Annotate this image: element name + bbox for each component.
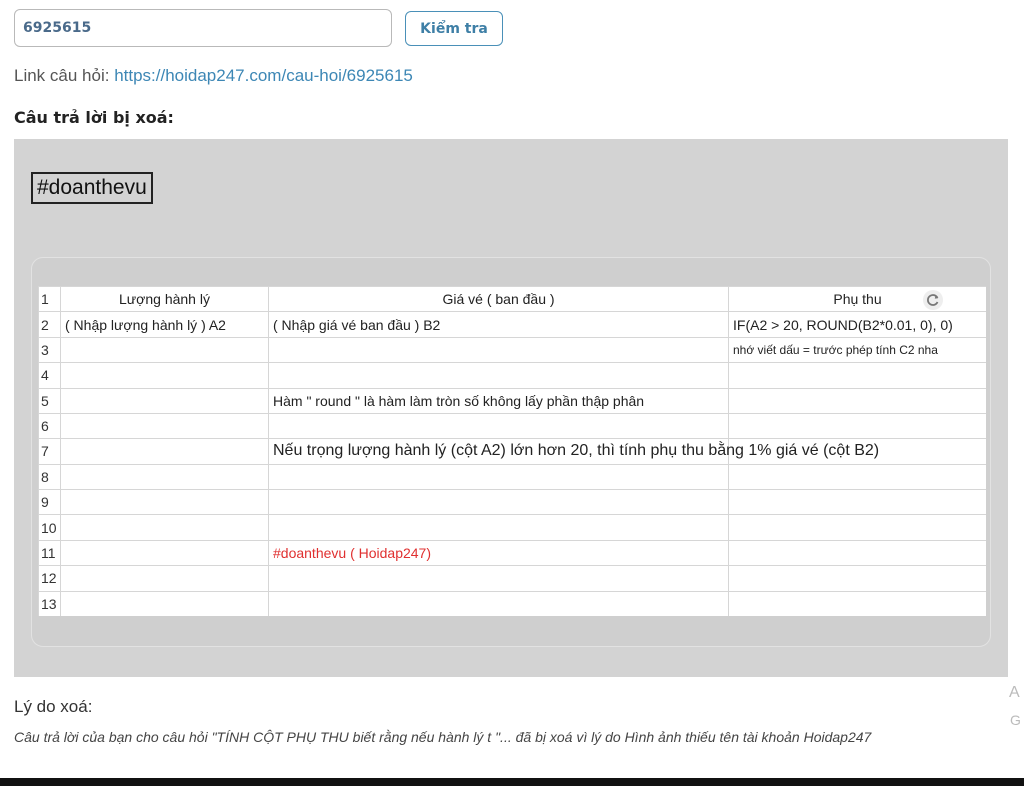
table-row: 1 Lượng hành lý Giá vé ( ban đầu ) Phụ t… — [38, 286, 986, 313]
cell — [728, 488, 986, 516]
question-id-input[interactable] — [14, 9, 392, 47]
cell: IF(A2 > 20, ROUND(B2*0.01, 0), 0) — [728, 311, 986, 338]
table-row: 4 — [38, 362, 986, 389]
table-row: 10 — [38, 514, 986, 541]
header-cell-surcharge: Phụ thu — [728, 286, 986, 313]
cell — [60, 463, 269, 491]
header-cell-price: Giá vé ( ban đầu ) — [268, 286, 729, 313]
spreadsheet-image: 1 Lượng hành lý Giá vé ( ban đầu ) Phụ t… — [31, 257, 991, 647]
row-number: 2 — [38, 311, 61, 338]
cell-signature: #doanthevu ( Hoidap247) — [268, 539, 729, 567]
cell — [60, 438, 269, 465]
deleted-answer-heading: Câu trả lời bị xoá: — [14, 108, 174, 127]
cell — [268, 514, 729, 541]
row-number: 3 — [38, 336, 61, 364]
table-row: 11 #doanthevu ( Hoidap247) — [38, 539, 986, 567]
question-link-line: Link câu hỏi: https://hoidap247.com/cau-… — [14, 66, 413, 86]
question-link-label: Link câu hỏi: — [14, 66, 115, 85]
row-number: 7 — [38, 438, 61, 465]
side-letter: A — [1009, 684, 1020, 701]
cell — [60, 362, 269, 389]
cell — [728, 590, 986, 616]
side-letter: G — [1010, 712, 1021, 728]
table-row: 9 — [38, 488, 986, 516]
cell: Hàm " round " là hàm làm tròn số không l… — [268, 387, 729, 414]
cell — [268, 362, 729, 389]
row-number: 12 — [38, 565, 61, 592]
cell — [60, 590, 269, 616]
row-number: 11 — [38, 539, 61, 567]
cell — [60, 565, 269, 592]
row-number: 4 — [38, 362, 61, 389]
spreadsheet-grid: 1 Lượng hành lý Giá vé ( ban đầu ) Phụ t… — [38, 286, 986, 616]
table-row: 7 Nếu trọng lượng hành lý (cột A2) lớn h… — [38, 438, 986, 465]
row-number: 13 — [38, 590, 61, 616]
row-number: 10 — [38, 514, 61, 541]
table-row: 6 — [38, 412, 986, 440]
refresh-icon[interactable] — [918, 288, 948, 312]
question-link[interactable]: https://hoidap247.com/cau-hoi/6925615 — [114, 66, 413, 85]
spreadsheet: 1 Lượng hành lý Giá vé ( ban đầu ) Phụ t… — [38, 286, 986, 616]
cell — [268, 565, 729, 592]
cell — [728, 514, 986, 541]
cell — [268, 590, 729, 616]
cell-explanation: Nếu trọng lượng hành lý (cột A2) lớn hơn… — [268, 438, 879, 465]
cell — [728, 539, 986, 567]
table-row: 2 ( Nhập lượng hành lý ) A2 ( Nhập giá v… — [38, 311, 986, 338]
row-number: 6 — [38, 412, 61, 440]
header-cell-luggage: Lượng hành lý — [60, 286, 269, 313]
table-row: 8 — [38, 463, 986, 491]
cell — [728, 387, 986, 414]
cell — [268, 336, 729, 364]
table-row: 13 — [38, 590, 986, 616]
cell: ( Nhập lượng hành lý ) A2 — [60, 311, 269, 338]
cell — [60, 387, 269, 414]
row-number: 8 — [38, 463, 61, 491]
header-cell-surcharge-label: Phụ thu — [833, 291, 882, 308]
table-row: 12 — [38, 565, 986, 592]
bottom-bar — [0, 778, 1024, 786]
reason-title: Lý do xoá: — [14, 697, 93, 716]
deleted-answer-content: #doanthevu 1 Lượng hành lý Giá vé ( ban … — [14, 139, 1008, 677]
cell — [268, 488, 729, 516]
table-row: 5 Hàm " round " là hàm làm tròn số không… — [38, 387, 986, 414]
row-number: 9 — [38, 488, 61, 516]
cell — [60, 539, 269, 567]
cell-note: nhớ viết dấu = trước phép tính C2 nha — [728, 336, 986, 364]
table-row: 3 nhớ viết dấu = trước phép tính C2 nha — [38, 336, 986, 364]
cell — [60, 488, 269, 516]
cell — [728, 412, 986, 440]
cell — [268, 412, 729, 440]
cell — [60, 514, 269, 541]
cell — [728, 463, 986, 491]
row-number: 1 — [38, 286, 61, 313]
cell — [728, 565, 986, 592]
row-number: 5 — [38, 387, 61, 414]
cell: ( Nhập giá vé ban đầu ) B2 — [268, 311, 729, 338]
cell — [728, 362, 986, 389]
cell — [60, 412, 269, 440]
check-button[interactable]: Kiểm tra — [405, 11, 503, 46]
answer-hashtag: #doanthevu — [31, 172, 153, 204]
cell — [268, 463, 729, 491]
reason-text: Câu trả lời của bạn cho câu hỏi "TÍNH CỘ… — [14, 729, 872, 745]
cell — [60, 336, 269, 364]
